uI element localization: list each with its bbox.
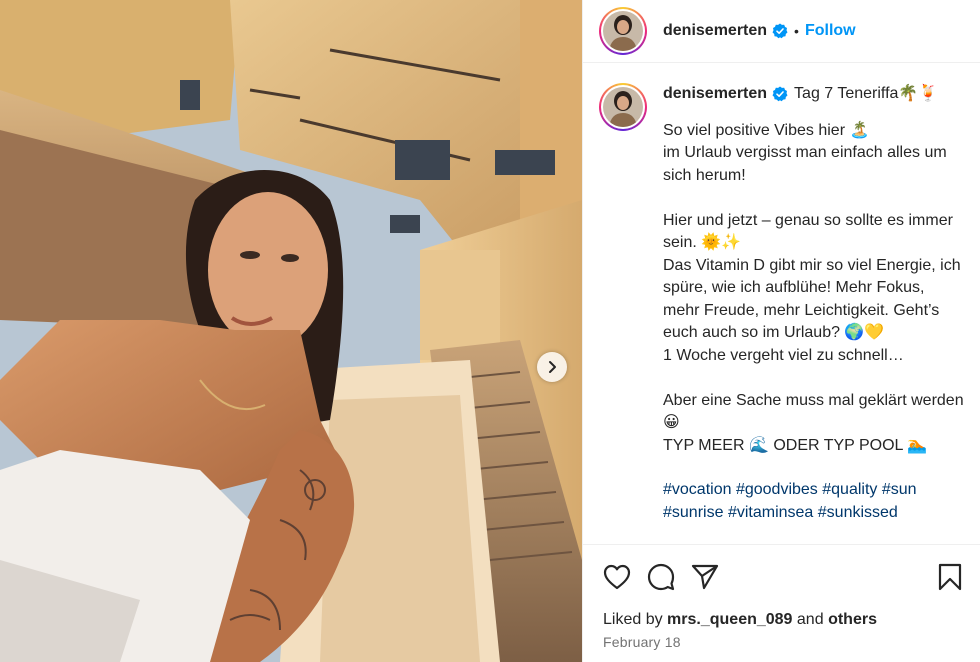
likes-prefix: Liked by bbox=[603, 611, 663, 628]
next-photo-button[interactable] bbox=[537, 352, 567, 382]
username-link[interactable]: denisemerten bbox=[663, 22, 767, 40]
hashtag-link[interactable]: #goodvibes bbox=[736, 481, 818, 498]
likes-summary: Liked by mrs._queen_089 and others bbox=[583, 608, 980, 632]
chevron-right-icon bbox=[549, 361, 556, 373]
hashtag-link[interactable]: #sunrise bbox=[663, 504, 723, 521]
likes-and: and bbox=[796, 611, 824, 628]
caption-title: Tag 7 Teneriffa🌴🍹 bbox=[794, 85, 939, 102]
caption-avatar[interactable] bbox=[599, 83, 647, 131]
heart-icon bbox=[603, 564, 631, 589]
bookmark-icon bbox=[938, 563, 962, 590]
hashtag-list: #vocation #goodvibes #quality #sun #sunr… bbox=[663, 479, 964, 524]
hashtag-link[interactable]: #vitaminsea bbox=[728, 504, 813, 521]
follow-button[interactable]: Follow bbox=[805, 22, 856, 40]
save-button[interactable] bbox=[934, 561, 966, 593]
hashtag-link[interactable]: #sun bbox=[882, 481, 917, 498]
action-bar bbox=[583, 544, 980, 608]
post-date[interactable]: February 18 bbox=[583, 634, 980, 650]
avatar[interactable] bbox=[599, 7, 647, 55]
share-button[interactable] bbox=[689, 561, 721, 593]
hashtag-link[interactable]: #quality bbox=[822, 481, 877, 498]
likes-others-link[interactable]: others bbox=[828, 611, 877, 628]
verified-badge-icon bbox=[772, 23, 788, 39]
hashtag-link[interactable]: #vocation bbox=[663, 481, 732, 498]
hashtag-link[interactable]: #sunkissed bbox=[818, 504, 898, 521]
verified-badge-icon bbox=[772, 86, 788, 102]
selfie-photo-image bbox=[0, 0, 582, 662]
like-button[interactable] bbox=[601, 561, 633, 593]
caption-section[interactable]: denisemerten Tag 7 Teneriffa🌴🍹 So viel p… bbox=[583, 63, 980, 544]
post-photo[interactable] bbox=[0, 0, 582, 662]
liked-by-user-link[interactable]: mrs._queen_089 bbox=[667, 611, 792, 628]
caption-text: So viel positive Vibes hier 🏝️ im Urlaub… bbox=[663, 121, 964, 454]
instagram-post: denisemerten • Follow denisemerten Tag 7… bbox=[0, 0, 980, 662]
profile-picture bbox=[603, 87, 643, 127]
post-side-panel: denisemerten • Follow denisemerten Tag 7… bbox=[582, 0, 980, 662]
comment-button[interactable] bbox=[645, 561, 677, 593]
post-header: denisemerten • Follow bbox=[583, 0, 980, 63]
paper-plane-icon bbox=[691, 564, 719, 589]
separator-dot: • bbox=[794, 23, 799, 39]
comment-bubble-icon bbox=[647, 563, 675, 590]
caption-username-link[interactable]: denisemerten bbox=[663, 83, 767, 106]
profile-picture bbox=[603, 11, 643, 51]
